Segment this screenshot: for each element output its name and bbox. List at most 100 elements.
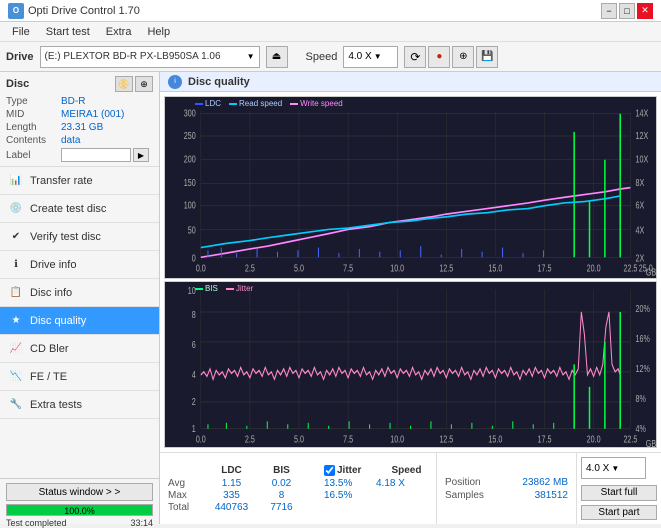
save-button[interactable]: 💾 bbox=[476, 46, 498, 68]
bis-color bbox=[195, 288, 203, 290]
sidebar-item-cd-bler-label: CD Bler bbox=[30, 343, 69, 355]
menu-extra[interactable]: Extra bbox=[98, 24, 140, 40]
disc-mid-label: MID bbox=[6, 109, 61, 120]
quality-speed-selector[interactable]: 4.0 X ▼ bbox=[581, 457, 646, 479]
position-value: 23862 MB bbox=[522, 477, 568, 488]
svg-text:15.0: 15.0 bbox=[488, 433, 502, 445]
disc-length-value: 23.31 GB bbox=[61, 122, 153, 133]
stats-speed-header: Speed bbox=[391, 465, 421, 476]
disc-section-title: Disc bbox=[6, 78, 29, 90]
maximize-button[interactable]: □ bbox=[619, 3, 635, 19]
progress-bar: 100.0% bbox=[6, 504, 153, 516]
sidebar-item-verify-test-disc-label: Verify test disc bbox=[30, 231, 101, 243]
disc-type-label: Type bbox=[6, 96, 61, 107]
menu-help[interactable]: Help bbox=[139, 24, 178, 40]
svg-text:12.5: 12.5 bbox=[439, 433, 453, 445]
svg-text:50: 50 bbox=[188, 225, 196, 236]
svg-text:4X: 4X bbox=[636, 225, 645, 236]
svg-text:2: 2 bbox=[192, 396, 196, 408]
sidebar-item-extra-tests[interactable]: 🔧 Extra tests bbox=[0, 391, 159, 419]
sidebar: Disc 📀 ⊕ Type BD-R MID MEIRA1 (001) Leng… bbox=[0, 72, 160, 524]
legend-ldc-label: LDC bbox=[205, 99, 221, 108]
sidebar-item-verify-test-disc[interactable]: ✔ Verify test disc bbox=[0, 223, 159, 251]
svg-text:6X: 6X bbox=[636, 199, 645, 210]
svg-text:200: 200 bbox=[184, 153, 196, 164]
svg-text:22.5: 22.5 bbox=[623, 433, 637, 445]
speed-selector[interactable]: 4.0 X ▼ bbox=[343, 46, 398, 68]
disc-label-input[interactable] bbox=[61, 148, 131, 162]
disc-info-section: Disc 📀 ⊕ Type BD-R MID MEIRA1 (001) Leng… bbox=[0, 72, 159, 167]
add-button[interactable]: ⊕ bbox=[452, 46, 474, 68]
chart1-svg: 0 50 100 150 200 250 300 2X 4X 6X 8X 10X… bbox=[165, 97, 656, 278]
svg-text:GB: GB bbox=[646, 438, 656, 447]
svg-text:14X: 14X bbox=[636, 107, 649, 118]
svg-text:10.0: 10.0 bbox=[390, 262, 404, 273]
svg-text:10.0: 10.0 bbox=[390, 433, 404, 445]
app-icon: O bbox=[8, 3, 24, 19]
stats-bis-header: BIS bbox=[259, 465, 304, 476]
disc-label-btn[interactable]: ▶ bbox=[133, 148, 149, 162]
svg-text:15.0: 15.0 bbox=[488, 262, 502, 273]
window-controls: − □ ✕ bbox=[601, 3, 653, 19]
record-button[interactable]: ● bbox=[428, 46, 450, 68]
svg-text:10X: 10X bbox=[636, 153, 649, 164]
sidebar-item-disc-info[interactable]: 📋 Disc info bbox=[0, 279, 159, 307]
jitter-color bbox=[226, 288, 234, 290]
svg-text:0.0: 0.0 bbox=[196, 262, 206, 273]
position-section: Position 23862 MB Samples 381512 bbox=[436, 453, 576, 524]
status-window-button[interactable]: Status window > > bbox=[6, 483, 153, 501]
svg-text:8%: 8% bbox=[636, 393, 646, 405]
drive-action-icons: ⟳ ● ⊕ 💾 bbox=[404, 46, 498, 68]
chart2-legend: BIS Jitter bbox=[195, 284, 253, 293]
disc-length-row: Length 23.31 GB bbox=[6, 122, 153, 133]
content-title: Disc quality bbox=[188, 76, 250, 88]
avg-bis: 0.02 bbox=[259, 478, 304, 489]
charts-area: LDC Read speed Write speed bbox=[160, 92, 661, 452]
svg-text:150: 150 bbox=[184, 177, 196, 188]
chart-ldc: LDC Read speed Write speed bbox=[164, 96, 657, 279]
jitter-checkbox[interactable] bbox=[324, 465, 335, 476]
menu-file[interactable]: File bbox=[4, 24, 38, 40]
jitter-checkbox-container[interactable]: Jitter bbox=[324, 465, 361, 476]
svg-text:5.0: 5.0 bbox=[294, 262, 304, 273]
sidebar-item-fe-te[interactable]: 📉 FE / TE bbox=[0, 363, 159, 391]
sidebar-item-create-test-disc[interactable]: 💿 Create test disc bbox=[0, 195, 159, 223]
disc-icon-2[interactable]: ⊕ bbox=[135, 76, 153, 92]
fe-te-icon: 📉 bbox=[8, 369, 24, 385]
max-label: Max bbox=[168, 490, 204, 501]
chart2-svg: 1 2 4 6 8 10 4% 8% 12% 16% 20% 0.0 2.5 5… bbox=[165, 282, 656, 447]
total-label: Total bbox=[168, 502, 204, 513]
disc-contents-row: Contents data bbox=[6, 135, 153, 146]
svg-text:300: 300 bbox=[184, 107, 196, 118]
stats-header-row: LDC BIS Jitter Speed bbox=[168, 465, 428, 476]
close-button[interactable]: ✕ bbox=[637, 3, 653, 19]
sidebar-item-disc-quality[interactable]: ★ Disc quality bbox=[0, 307, 159, 335]
menu-start-test[interactable]: Start test bbox=[38, 24, 98, 40]
avg-label: Avg bbox=[168, 478, 204, 489]
sidebar-item-transfer-rate[interactable]: 📊 Transfer rate bbox=[0, 167, 159, 195]
sidebar-item-create-test-disc-label: Create test disc bbox=[30, 203, 106, 215]
svg-text:7.5: 7.5 bbox=[343, 262, 353, 273]
eject-button[interactable]: ⏏ bbox=[266, 46, 288, 68]
start-part-button[interactable]: Start part bbox=[581, 505, 657, 521]
total-ldc: 440763 bbox=[204, 502, 259, 513]
sidebar-item-fe-te-label: FE / TE bbox=[30, 371, 67, 383]
main-area: Disc 📀 ⊕ Type BD-R MID MEIRA1 (001) Leng… bbox=[0, 72, 661, 524]
svg-text:5.0: 5.0 bbox=[294, 433, 304, 445]
start-full-button[interactable]: Start full bbox=[581, 485, 657, 501]
transfer-rate-icon: 📊 bbox=[8, 173, 24, 189]
avg-speed: 4.18 X bbox=[376, 478, 405, 489]
verify-test-disc-icon: ✔ bbox=[8, 229, 24, 245]
legend-jitter: Jitter bbox=[226, 284, 253, 293]
samples-row: Samples 381512 bbox=[445, 490, 568, 501]
drive-selector[interactable]: (E:) PLEXTOR BD-R PX-LB950SA 1.06 ▼ bbox=[40, 46, 260, 68]
legend-read-speed-label: Read speed bbox=[239, 99, 282, 108]
avg-jitter: 13.5% bbox=[324, 478, 376, 489]
svg-text:16%: 16% bbox=[636, 333, 650, 345]
stats-table-section: LDC BIS Jitter Speed Avg 1.15 0.02 bbox=[160, 453, 436, 524]
sidebar-item-cd-bler[interactable]: 📈 CD Bler bbox=[0, 335, 159, 363]
refresh-button[interactable]: ⟳ bbox=[404, 46, 426, 68]
sidebar-item-drive-info[interactable]: ℹ Drive info bbox=[0, 251, 159, 279]
disc-icon-1[interactable]: 📀 bbox=[115, 76, 133, 92]
minimize-button[interactable]: − bbox=[601, 3, 617, 19]
